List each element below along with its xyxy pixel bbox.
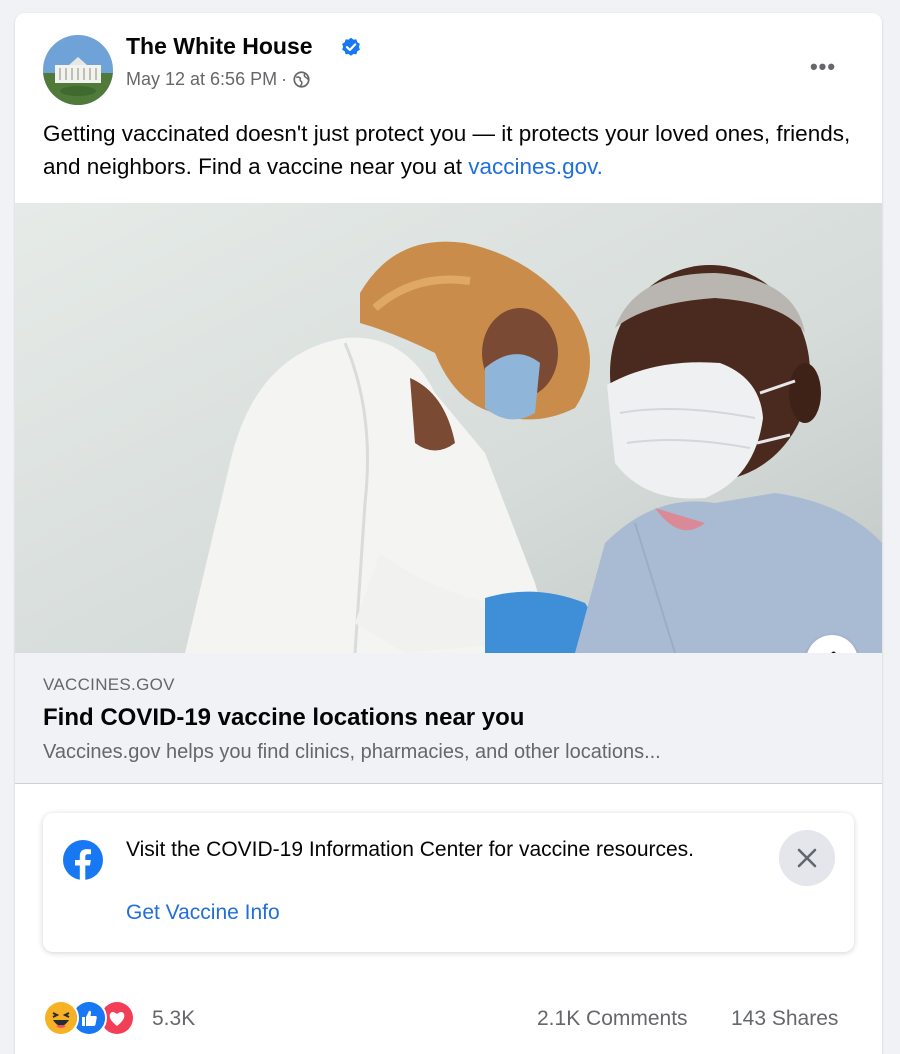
- post-text: Getting vaccinated doesn't just protect …: [43, 117, 863, 183]
- facebook-logo-icon: [63, 840, 103, 880]
- shares-count[interactable]: 143 Shares: [731, 1007, 838, 1031]
- dismiss-button[interactable]: [779, 830, 835, 886]
- more-options-button[interactable]: •••: [801, 49, 845, 85]
- globe-icon[interactable]: [293, 71, 310, 88]
- verified-badge-icon: [342, 37, 360, 56]
- post-image[interactable]: [15, 203, 882, 653]
- link-preview[interactable]: VACCINES.GOV Find COVID-19 vaccine locat…: [15, 653, 882, 784]
- info-center-text: Visit the COVID-19 Information Center fo…: [126, 838, 695, 861]
- author-name[interactable]: The White House: [126, 33, 313, 60]
- page-avatar[interactable]: [43, 35, 113, 105]
- post-text-link[interactable]: vaccines.gov.: [468, 154, 603, 179]
- meta-separator: ·: [281, 69, 288, 89]
- link-title[interactable]: Find COVID-19 vaccine locations near you: [43, 704, 524, 732]
- get-vaccine-info-link[interactable]: Get Vaccine Info: [126, 901, 280, 925]
- post-card: The White House May 12 at 6:56 PM · ••• …: [15, 13, 882, 1054]
- close-icon: [797, 848, 817, 868]
- engagement-bar: 5.3K 2.1K Comments 143 Shares: [15, 993, 882, 1043]
- link-domain: VACCINES.GOV: [43, 675, 175, 694]
- covid-info-center-banner: Visit the COVID-19 Information Center fo…: [43, 813, 854, 952]
- comments-count[interactable]: 2.1K Comments: [537, 1007, 688, 1031]
- post-meta: May 12 at 6:56 PM ·: [126, 69, 310, 90]
- link-description: Vaccines.gov helps you find clinics, pha…: [43, 741, 661, 763]
- reaction-icons[interactable]: [43, 1000, 135, 1036]
- post-header: The White House May 12 at 6:56 PM · •••: [15, 13, 882, 113]
- post-timestamp[interactable]: May 12 at 6:56 PM: [126, 69, 277, 90]
- reaction-count[interactable]: 5.3K: [152, 1007, 195, 1031]
- haha-reaction-icon: [43, 1000, 79, 1036]
- post-text-body: Getting vaccinated doesn't just protect …: [43, 121, 851, 179]
